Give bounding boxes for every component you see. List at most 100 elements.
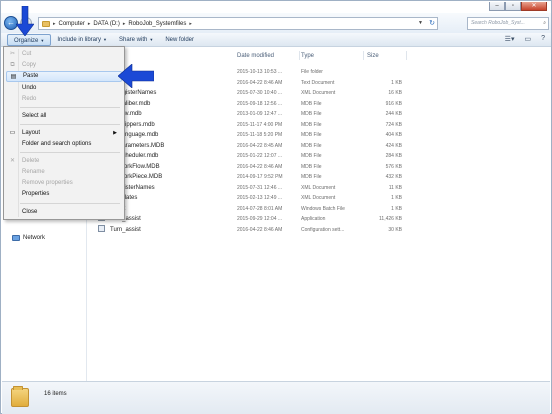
- file-size: 404 KB: [385, 132, 402, 138]
- chevron-right-icon: ▸: [122, 20, 126, 27]
- menu-item-paste[interactable]: ▤ Paste: [6, 71, 122, 82]
- file-date: 2015-11-17 4:00 PM: [237, 121, 283, 128]
- column-divider[interactable]: [299, 51, 300, 60]
- menu-item-label: Rename: [22, 169, 45, 175]
- menu-item-folder-options[interactable]: Folder and search options: [6, 139, 122, 150]
- menu-item-properties[interactable]: Properties: [6, 189, 122, 200]
- menu-item-label: Folder and search options: [22, 141, 92, 147]
- breadcrumb-drive[interactable]: DATA (D:): [93, 21, 119, 27]
- menu-item-delete[interactable]: ✕ Delete: [6, 156, 122, 167]
- column-date-modified[interactable]: Date modified: [237, 53, 274, 59]
- file-type: MDB File: [301, 121, 322, 128]
- file-date: 2014-09-17 9:52 PM: [237, 174, 283, 180]
- menu-item-label: Redo: [22, 96, 37, 102]
- file-row[interactable]: ob Caliber.mdb 2015-09-18 12:56 ... MDB Fi…: [88, 99, 551, 109]
- file-name: t_RegisterNames: [110, 90, 157, 96]
- file-row[interactable]: ob Scheduler.mdb 2015-01-22 12:07 ... MDB …: [88, 151, 551, 161]
- file-type: Configuration sett...: [301, 226, 345, 233]
- file-size: 1 KB: [391, 205, 402, 212]
- file-date: 2015-10-13 10:53 ...: [237, 69, 283, 75]
- file-row[interactable]: ob Language.mdb 2015-11-18 5:20 PM MDB Fil…: [88, 130, 551, 140]
- address-bar[interactable]: ▸ Computer ▸ DATA (D:) ▸ RoboJob_Systemf…: [38, 17, 438, 30]
- breadcrumb-folder[interactable]: RoboJob_Systemfiles: [128, 21, 186, 27]
- chevron-right-icon: ▸: [87, 20, 91, 27]
- menu-item-remove-properties[interactable]: Remove properties: [6, 178, 122, 189]
- menu-item-cut[interactable]: ✂ Cut: [6, 49, 122, 60]
- file-name: ob Env.mdb: [110, 111, 142, 117]
- column-size[interactable]: Size: [367, 53, 379, 59]
- include-in-library-button[interactable]: Include in library ▼: [51, 34, 113, 46]
- file-row[interactable]: 2015-10-13 10:53 ... File folder: [88, 67, 551, 77]
- menu-item-undo[interactable]: Undo: [6, 83, 122, 94]
- column-type[interactable]: Type: [301, 53, 314, 59]
- file-row[interactable]: t_RegisterNames 2015-07-30 10:40 ... XML D…: [88, 88, 551, 98]
- file-type: File folder: [301, 69, 323, 75]
- new-folder-label: New folder: [165, 36, 194, 43]
- file-date: 2015-01-22 12:07 ...: [237, 153, 283, 159]
- menu-item-select-all[interactable]: Select all: [6, 111, 122, 122]
- file-type: MDB File: [301, 142, 322, 149]
- help-icon[interactable]: ?: [541, 35, 545, 43]
- menu-item-label: Copy: [22, 62, 37, 68]
- clipboard-icon: ▤: [10, 74, 17, 80]
- file-row[interactable]: ob WorkFlow.MDB 2016-04-22 8:46 AM MDB Fil…: [88, 162, 551, 172]
- file-size: 244 KB: [385, 111, 402, 117]
- view-controls: ☰▾ ▭ ?: [505, 35, 545, 43]
- file-row[interactable]: ob Grippers.mdb 2015-11-17 4:00 PM MDB Fil…: [88, 120, 551, 130]
- menu-item-redo[interactable]: Redo: [6, 94, 122, 105]
- new-folder-button[interactable]: New folder: [159, 34, 200, 46]
- minimize-button[interactable]: –: [489, 2, 505, 11]
- organize-menu: ✂ Cut ⧉ Copy ▤ Paste Undo Redo Select all ▭…: [3, 46, 125, 220]
- chevron-down-icon[interactable]: ▼: [418, 20, 423, 26]
- file-name: _RegisterNames: [110, 184, 155, 191]
- file-row[interactable]: 2016-04-22 8:46 AM Text Document 1 KB: [88, 78, 551, 88]
- menu-item-copy[interactable]: ⧉ Copy: [6, 60, 122, 71]
- chevron-right-icon: ▸: [53, 20, 56, 27]
- menu-item-rename[interactable]: Rename: [6, 167, 122, 178]
- file-name: Templates: [110, 193, 230, 203]
- search-icon: ⌕: [543, 20, 546, 26]
- share-with-button[interactable]: Share with ▼: [113, 34, 159, 46]
- file-row[interactable]: ob WorkPiece.MDB 2014-09-17 9:52 PM MDB Fi…: [88, 172, 551, 182]
- file-row[interactable]: assist 2014-07-28 8:01 AM Windows Batch Fi…: [88, 204, 551, 214]
- menu-item-label: Remove properties: [22, 180, 73, 186]
- file-row[interactable]: Turn_assist 2015-09-29 12:04 ... Applicati…: [88, 214, 551, 224]
- file-size: 724 KB: [385, 121, 402, 128]
- file-name: ob Language.mdb: [110, 132, 159, 138]
- file-row[interactable]: Turn_assist 2016-04-22 8:46 AM Configurati…: [88, 224, 551, 235]
- file-row[interactable]: ob Parameters.MDB 2016-04-22 8:45 AM MDB F…: [88, 141, 551, 151]
- file-size: 1 KB: [391, 195, 402, 201]
- column-divider[interactable]: [363, 51, 364, 60]
- menu-item-label: Delete: [22, 158, 40, 164]
- menu-item-layout[interactable]: ▭ Layout ▶: [6, 128, 122, 139]
- file-type: MDB File: [301, 174, 322, 180]
- preview-pane-icon[interactable]: ▭: [524, 35, 531, 43]
- menu-item-label: Undo: [22, 85, 37, 91]
- file-type: XML Document: [301, 184, 336, 191]
- menu-item-label: Paste: [23, 73, 39, 79]
- nav-item-network[interactable]: Network: [12, 235, 45, 241]
- file-date: 2016-04-22 8:45 AM: [237, 142, 283, 149]
- window-controls: – ▫ ✕: [489, 2, 547, 12]
- file-type: XML Document: [301, 90, 336, 96]
- menu-separator: [20, 124, 120, 125]
- close-window-button[interactable]: ✕: [521, 2, 547, 11]
- file-size: 30 KB: [388, 226, 402, 233]
- refresh-icon[interactable]: ↻: [429, 19, 435, 27]
- menu-item-close[interactable]: Close: [6, 207, 122, 218]
- file-row[interactable]: Templates 2015-02-13 12:49 ... XML Documen…: [88, 193, 551, 203]
- maximize-button[interactable]: ▫: [505, 2, 521, 11]
- file-name: assist: [110, 204, 230, 214]
- search-input[interactable]: Search RoboJob_Syst... ⌕: [467, 17, 549, 30]
- file-row[interactable]: ob Env.mdb 2013-01-09 12:47 ... MDB File 24…: [88, 109, 551, 119]
- organize-label: Organize: [14, 37, 39, 44]
- view-options-icon[interactable]: ☰▾: [505, 35, 515, 43]
- breadcrumb-computer[interactable]: Computer: [59, 21, 85, 27]
- file-type: MDB File: [301, 163, 322, 170]
- file-type: XML Document: [301, 195, 336, 201]
- address-row: ← → ▸ Computer ▸ DATA (D:) ▸ RoboJob_Sys…: [1, 13, 551, 33]
- chevron-down-icon: ▼: [149, 36, 154, 42]
- column-divider[interactable]: [406, 51, 407, 60]
- file-name: ob Parameters.MDB: [110, 142, 165, 149]
- file-row[interactable]: _RegisterNames 2015-07-31 12:46 ... XML Do…: [88, 183, 551, 193]
